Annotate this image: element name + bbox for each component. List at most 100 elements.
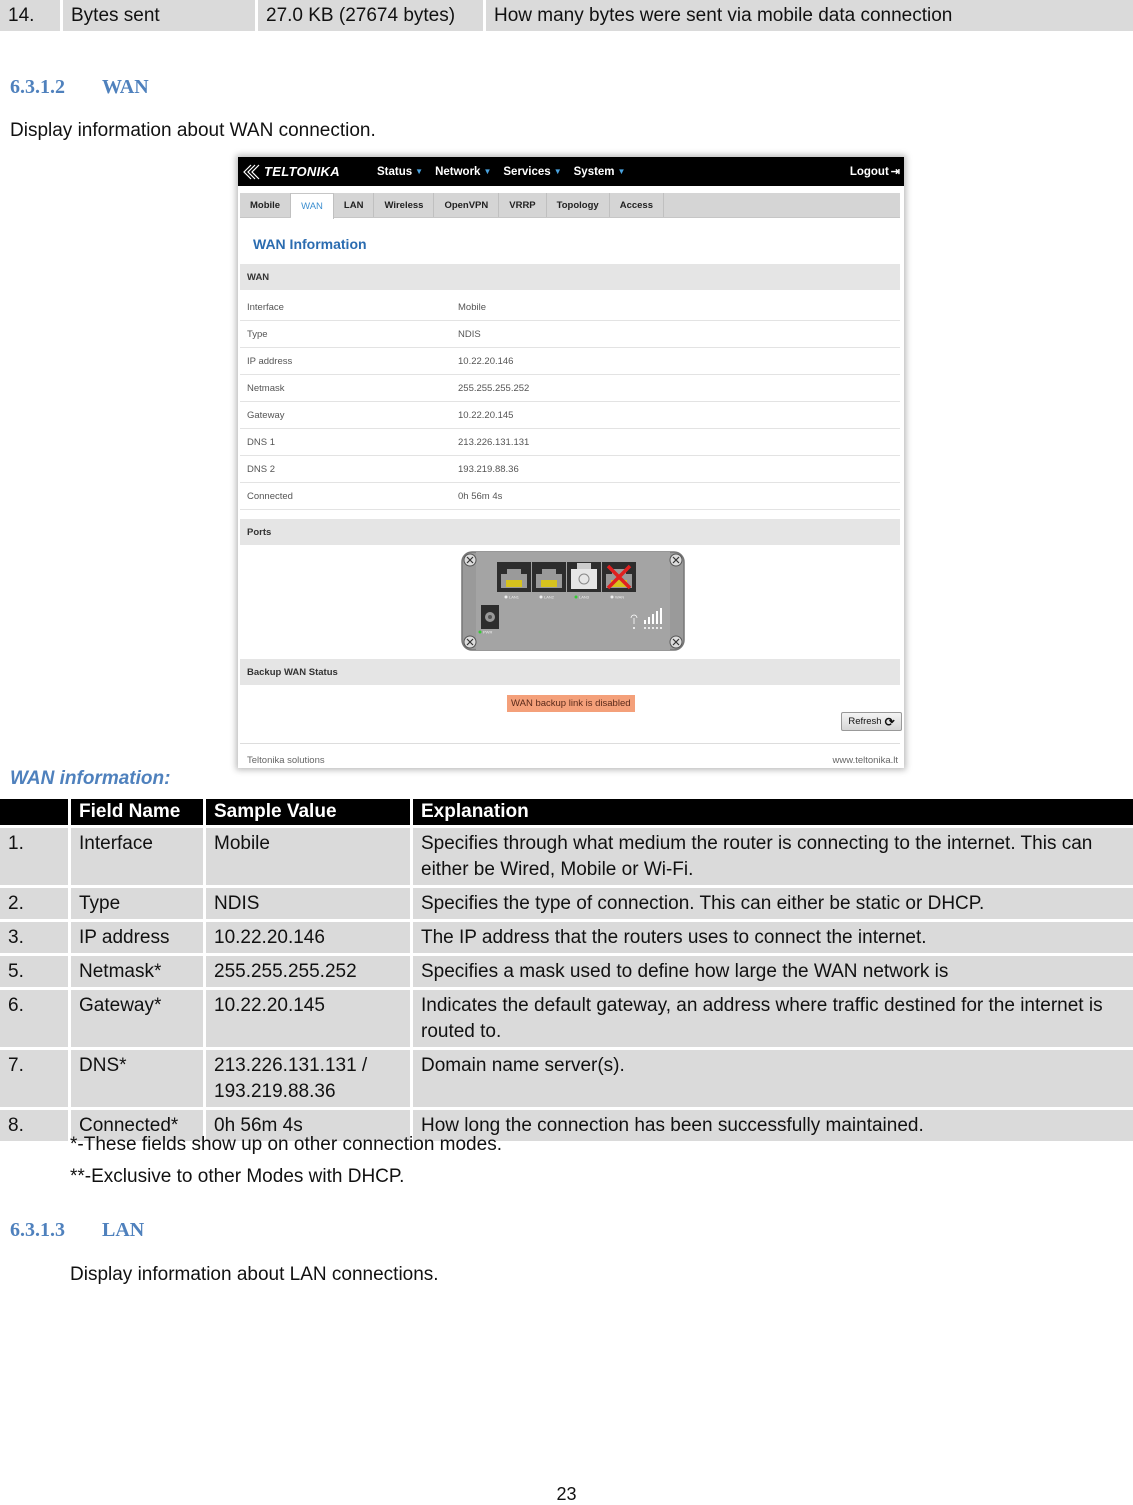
explanation: Specifies the type of connection. This c… [413, 888, 1133, 919]
sample-value: NDIS [206, 888, 410, 919]
field-name: Netmask* [71, 956, 203, 987]
tab-wan[interactable]: WAN [291, 193, 334, 219]
screw-icon [463, 553, 477, 567]
tab-vrrp[interactable]: VRRP [499, 193, 547, 217]
info-key: Gateway [247, 409, 285, 421]
port-wan[interactable] [602, 562, 636, 592]
led-wan [610, 595, 614, 599]
ports-section-header: Ports [240, 519, 900, 545]
info-value: 10.22.20.146 [458, 355, 514, 367]
caret-down-icon: ▼ [617, 167, 626, 176]
field-name: IP address [71, 922, 203, 953]
column-header [0, 799, 68, 825]
info-row: Connected 0h 56m 4s [240, 483, 900, 510]
field-name: DNS* [71, 1050, 203, 1107]
row-number: 1. [0, 828, 68, 885]
tab-topology[interactable]: Topology [547, 193, 610, 217]
info-row: DNS 1 213.226.131.131 [240, 429, 900, 456]
section-heading-wan: 6.3.1.2 WAN [10, 76, 149, 99]
figure-caption: WAN information: [10, 768, 171, 789]
port-lan1[interactable] [497, 562, 531, 592]
led-power [478, 630, 482, 634]
row-number: 6. [0, 990, 68, 1047]
power-label: PWR [483, 630, 492, 635]
section-number: 6.3.1.2 [10, 76, 65, 98]
tab-mobile[interactable]: Mobile [240, 193, 292, 217]
table-row: 1. Interface Mobile Specifies through wh… [0, 828, 1133, 885]
exit-icon: ⇥ [890, 166, 900, 178]
tab-bar: Mobile WAN LAN Wireless OpenVPN VRRP Top… [240, 193, 900, 219]
explanation: Indicates the default gateway, an addres… [413, 990, 1133, 1047]
tab-lan[interactable]: LAN [334, 193, 375, 217]
table-row: 5. Netmask* 255.255.255.252 Specifies a … [0, 956, 1133, 987]
table-row: 7. DNS* 213.226.131.131 / 193.219.88.36 … [0, 1050, 1133, 1107]
screw-icon [463, 635, 477, 649]
sample-value: Mobile [206, 828, 410, 885]
info-row: IP address 10.22.20.146 [240, 348, 900, 375]
section-heading-lan: 6.3.1.3 LAN [10, 1219, 144, 1242]
logout-label: Logout [849, 165, 889, 178]
refresh-icon: ⟳ [884, 714, 895, 729]
port-label: LAN2 [544, 595, 555, 600]
info-value: 255.255.255.252 [458, 382, 530, 394]
wan-info-table: Field Name Sample Value Explanation 1. I… [0, 796, 1133, 1144]
refresh-label: Refresh [848, 716, 882, 727]
info-value: 213.226.131.131 [458, 436, 530, 448]
row-number: 5. [0, 956, 68, 987]
power-jack [481, 605, 499, 629]
info-row: Gateway 10.22.20.145 [240, 402, 900, 429]
info-row: Interface Mobile [240, 294, 900, 321]
section-intro: Display information about LAN connection… [70, 1264, 439, 1285]
brand-logo[interactable]: TELTONIKA [242, 163, 377, 181]
logout-button[interactable]: Logout ⇥ [849, 165, 900, 179]
nav-services[interactable]: Services ▼ [503, 166, 561, 178]
led-lan1 [504, 595, 508, 599]
info-value: 10.22.20.145 [458, 409, 514, 421]
info-key: DNS 1 [247, 436, 275, 448]
info-value: 0h 56m 4s [458, 490, 503, 502]
wan-section-header: WAN [240, 264, 900, 290]
info-value: Mobile [458, 301, 486, 313]
row-number: 3. [0, 922, 68, 953]
footer-website-link[interactable]: www.teltonika.lt [833, 755, 898, 766]
refresh-button[interactable]: Refresh ⟳ [841, 712, 902, 731]
router-ports-diagram: LAN1 LAN2 LAN3 WAN PWR [461, 551, 685, 651]
sample-value: 10.22.20.145 [206, 990, 410, 1047]
sample-value: 255.255.255.252 [206, 956, 410, 987]
backup-status-badge: WAN backup link is disabled [507, 695, 635, 712]
row-number: 8. [0, 1110, 68, 1141]
footnote: **-Exclusive to other Modes with DHCP. [70, 1166, 405, 1187]
nav-network[interactable]: Network ▼ [435, 166, 491, 178]
explanation: Specifies through what medium the router… [413, 828, 1133, 885]
caret-down-icon: ▼ [553, 167, 562, 176]
info-row: Type NDIS [240, 321, 900, 348]
info-key: Connected [247, 490, 293, 502]
port-lan2[interactable] [532, 562, 566, 592]
previous-table: 14. Bytes sent 27.0 KB (27674 bytes) How… [0, 0, 1133, 34]
brand-name: TELTONIKA [264, 164, 340, 179]
explanation: Domain name server(s). [413, 1050, 1133, 1107]
field-name: Type [71, 888, 203, 919]
sample-value: 27.0 KB (27674 bytes) [258, 0, 483, 31]
column-header: Sample Value [206, 799, 410, 825]
footer-company: Teltonika solutions [247, 755, 325, 766]
row-number: 14. [0, 0, 60, 31]
port-lan3[interactable] [567, 562, 601, 592]
tab-openvpn[interactable]: OpenVPN [434, 193, 500, 217]
tab-wireless[interactable]: Wireless [374, 193, 435, 217]
footer-divider [240, 743, 900, 744]
section-title: LAN [102, 1219, 145, 1241]
port-label: LAN1 [509, 595, 520, 600]
nav-system[interactable]: System ▼ [574, 166, 626, 178]
sample-value: 10.22.20.146 [206, 922, 410, 953]
teltonika-logo-icon [243, 164, 260, 179]
tab-access[interactable]: Access [610, 193, 664, 217]
explanation: How many bytes were sent via mobile data… [486, 0, 1133, 31]
nav-label: System [573, 165, 615, 178]
nav-label: Status [377, 165, 413, 178]
nav-status[interactable]: Status ▼ [377, 166, 423, 178]
section-number: 6.3.1.3 [10, 1219, 65, 1241]
info-key: IP address [247, 355, 293, 367]
page-number: 23 [556, 1484, 577, 1504]
field-name: Bytes sent [63, 0, 255, 31]
